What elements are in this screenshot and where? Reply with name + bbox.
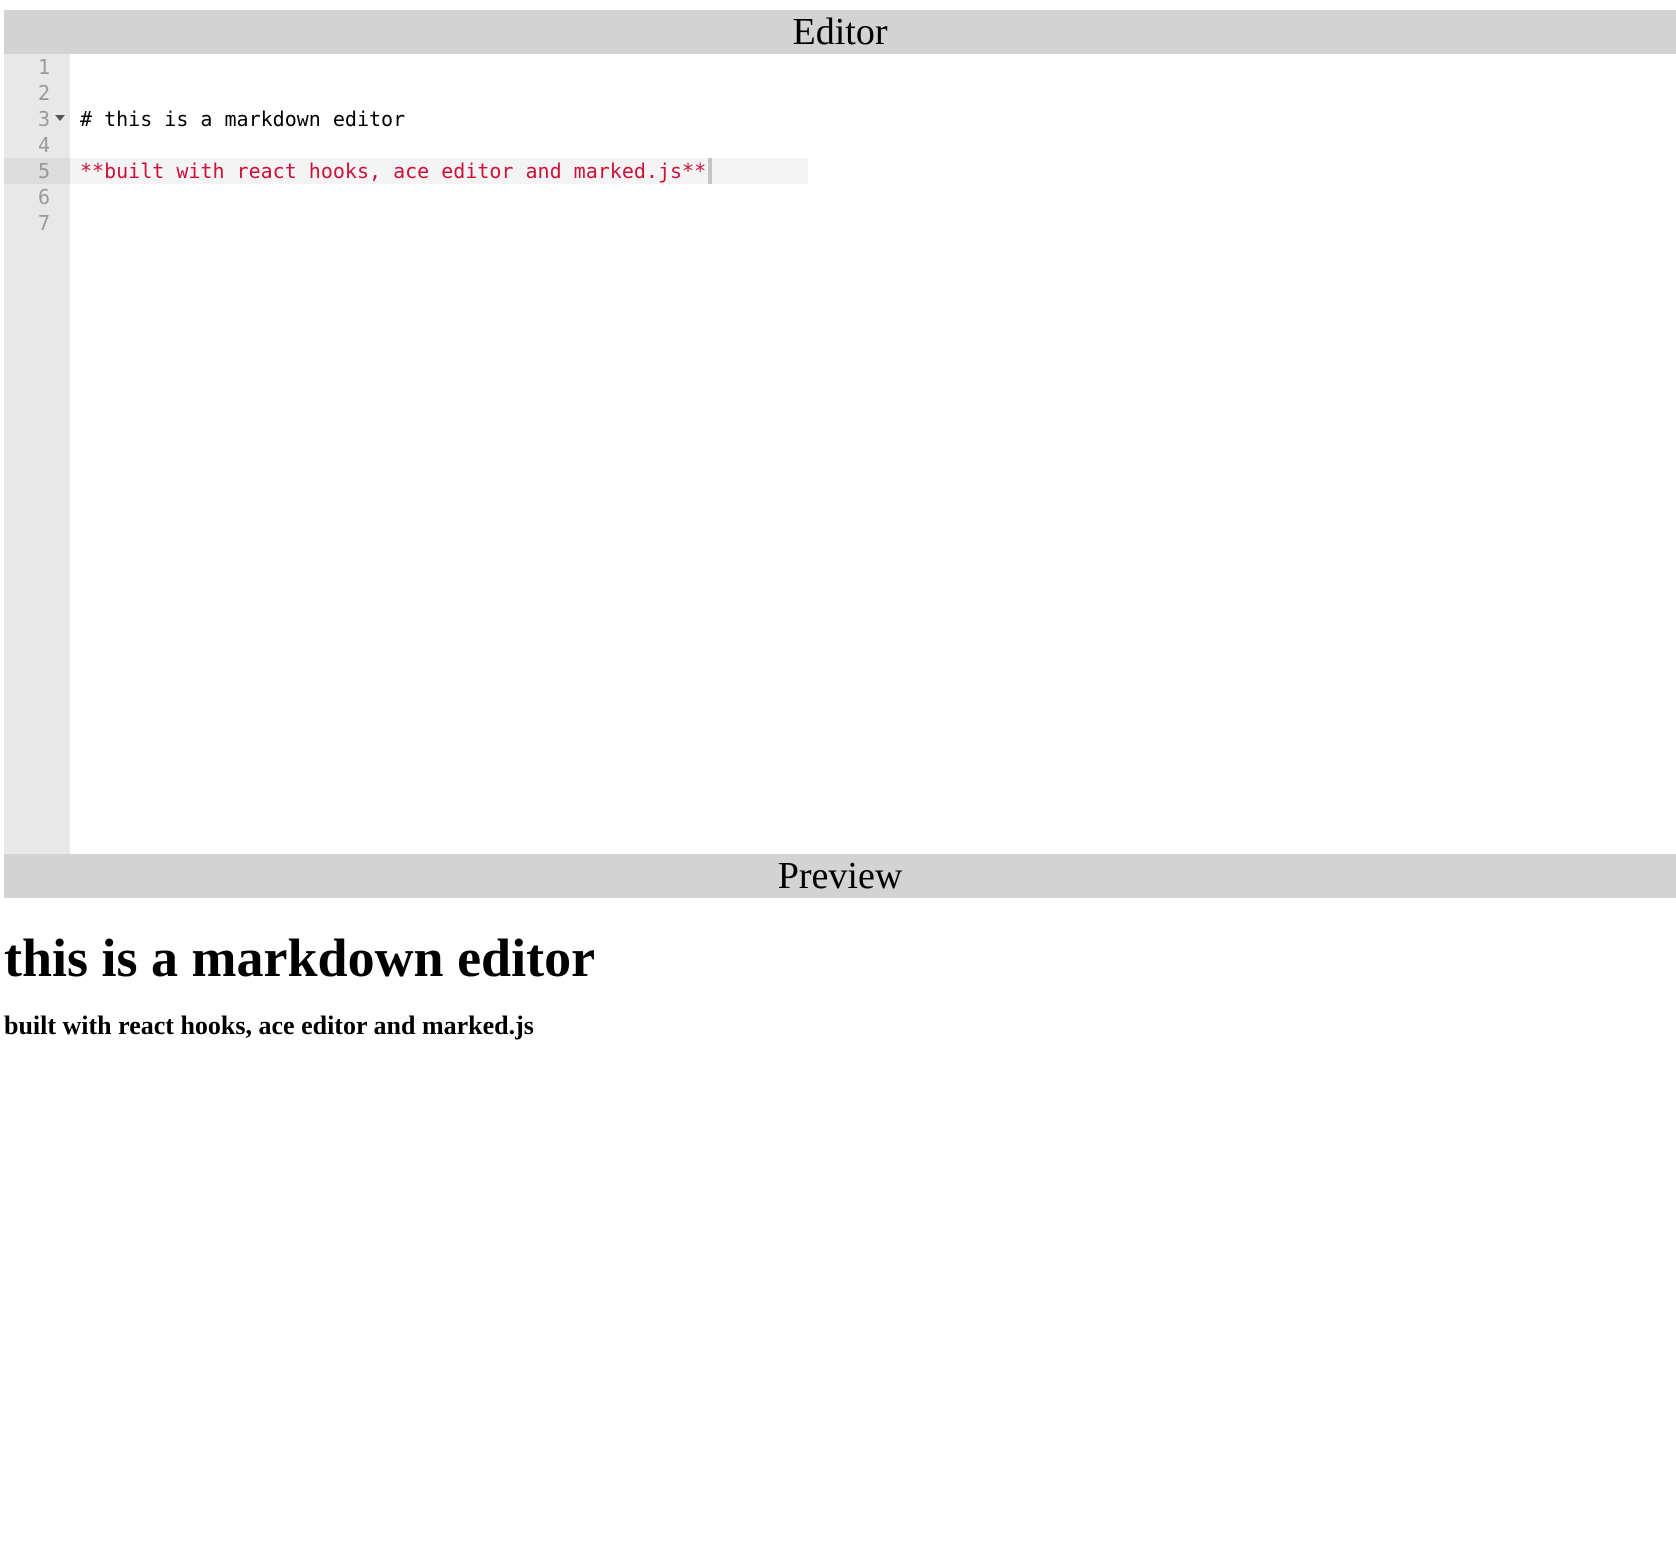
preview-header: Preview (4, 854, 1676, 898)
line-number: 1 (37, 55, 50, 79)
preview-pane: this is a markdown editor built with rea… (4, 926, 1676, 1042)
line-number: 6 (37, 185, 50, 209)
preview-paragraph: built with react hooks, ace editor and m… (4, 1011, 534, 1040)
text-cursor (708, 158, 713, 184)
line-number: 2 (37, 81, 50, 105)
markdown-app: Editor 1 2 3 4 5 6 7 # this is a markdow… (4, 10, 1676, 1042)
code-line[interactable] (70, 132, 1676, 158)
code-line[interactable] (70, 210, 1676, 236)
line-number-active: 5 (4, 158, 70, 184)
line-number: 7 (37, 211, 50, 235)
code-line[interactable] (70, 54, 1676, 80)
code-area[interactable]: # this is a markdown editor **built with… (70, 54, 1676, 236)
preview-heading: this is a markdown editor (4, 928, 596, 988)
fold-arrow-icon[interactable] (55, 115, 65, 121)
line-number: 4 (37, 133, 50, 157)
code-line[interactable] (70, 80, 1676, 106)
code-editor[interactable]: 1 2 3 4 5 6 7 # this is a markdown edito… (4, 54, 1676, 854)
line-number-gutter: 1 2 3 4 5 6 7 (4, 54, 70, 854)
code-line-heading[interactable]: # this is a markdown editor (70, 106, 1676, 132)
code-line-active[interactable]: **built with react hooks, ace editor and… (70, 158, 1676, 184)
line-number: 3 (4, 106, 70, 132)
editor-header: Editor (4, 10, 1676, 54)
code-line[interactable] (70, 184, 1676, 210)
